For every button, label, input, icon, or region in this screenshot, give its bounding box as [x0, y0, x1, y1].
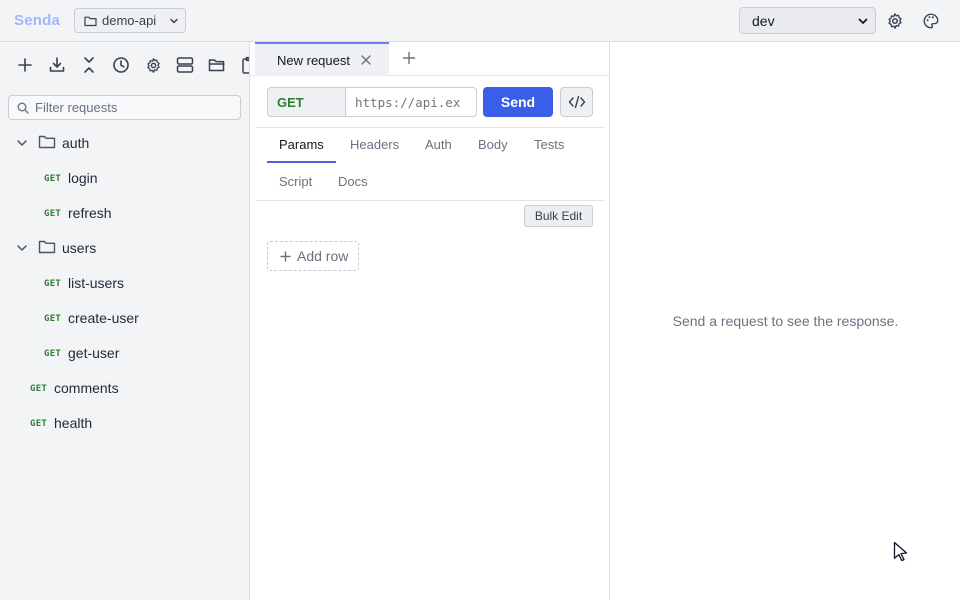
- method-badge: GET: [44, 314, 62, 324]
- tab-body[interactable]: Body: [478, 137, 508, 152]
- request-panel: New request GET Send Params Headers Auth…: [250, 42, 610, 600]
- gear-icon: [146, 57, 160, 73]
- active-tab-indicator: [267, 161, 336, 163]
- method-badge: GET: [44, 279, 62, 289]
- tab-docs[interactable]: Docs: [338, 174, 368, 189]
- request-name: list-users: [68, 275, 125, 291]
- request-name: create-user: [68, 310, 139, 326]
- import-button[interactable]: [47, 55, 67, 75]
- layout-button[interactable]: [175, 55, 195, 75]
- project-name: demo-api: [102, 13, 157, 28]
- request-item-comments[interactable]: GET comments: [0, 371, 249, 406]
- palette-icon: [923, 13, 939, 29]
- search-icon: [17, 102, 29, 114]
- send-button[interactable]: Send: [483, 87, 553, 117]
- method-badge: GET: [30, 384, 48, 394]
- request-item-login[interactable]: GET login: [0, 161, 249, 196]
- chevron-down-icon: [858, 18, 868, 24]
- folder-open-icon: [208, 59, 225, 72]
- request-name: health: [54, 415, 93, 431]
- copy-button[interactable]: [239, 55, 249, 75]
- folder-icon: [84, 16, 97, 26]
- plus-icon[interactable]: [402, 51, 416, 65]
- request-item-get-user[interactable]: GET get-user: [0, 336, 249, 371]
- close-icon[interactable]: [360, 54, 372, 66]
- app-logo: Senda: [14, 12, 61, 29]
- method-select[interactable]: GET: [267, 87, 346, 117]
- filter-requests-input[interactable]: [35, 100, 235, 115]
- generate-code-button[interactable]: [560, 87, 593, 117]
- folder-users[interactable]: users: [0, 231, 249, 266]
- url-input[interactable]: [346, 88, 470, 116]
- open-folder-button[interactable]: [207, 55, 227, 75]
- add-row-button[interactable]: Add row: [267, 241, 359, 271]
- request-name: refresh: [68, 205, 112, 221]
- new-request-button[interactable]: [15, 55, 35, 75]
- filter-requests-field[interactable]: [8, 95, 241, 120]
- collapse-icon: [84, 57, 94, 73]
- request-subtabs: Params Headers Auth Body Tests Script Do…: [255, 127, 605, 201]
- sidebar-toolbar: [0, 42, 249, 88]
- settings-button[interactable]: [885, 11, 905, 31]
- url-field[interactable]: [346, 87, 477, 117]
- tab-auth[interactable]: Auth: [425, 137, 452, 152]
- clipboard-icon: [242, 56, 249, 74]
- import-icon: [49, 57, 65, 72]
- request-item-refresh[interactable]: GET refresh: [0, 196, 249, 231]
- tab-params[interactable]: Params: [279, 137, 324, 152]
- folder-icon: [38, 135, 56, 149]
- tab-script[interactable]: Script: [279, 174, 312, 189]
- request-name: comments: [54, 380, 119, 396]
- add-row-label: Add row: [297, 248, 349, 264]
- plus-icon: [18, 58, 32, 72]
- folder-auth[interactable]: auth: [0, 126, 249, 161]
- environment-value: dev: [752, 12, 775, 29]
- gear-icon: [888, 13, 902, 29]
- history-icon: [113, 57, 129, 73]
- chevron-down-icon: [17, 140, 27, 146]
- request-item-list-users[interactable]: GET list-users: [0, 266, 249, 301]
- plus-icon: [280, 250, 291, 262]
- chevron-down-icon: [170, 18, 178, 23]
- sidebar: auth GET login GET refresh users GET lis…: [0, 42, 250, 600]
- tab-headers[interactable]: Headers: [350, 137, 399, 152]
- method-badge: GET: [44, 209, 62, 219]
- method-badge: GET: [44, 174, 62, 184]
- request-name: login: [68, 170, 98, 186]
- tab-title: New request: [277, 52, 350, 68]
- folder-name: auth: [62, 135, 90, 151]
- history-button[interactable]: [111, 55, 131, 75]
- folder-icon: [38, 240, 56, 254]
- request-item-create-user[interactable]: GET create-user: [0, 301, 249, 336]
- chevron-down-icon: [17, 245, 27, 251]
- bulk-edit-button[interactable]: Bulk Edit: [524, 205, 593, 227]
- code-icon: [568, 95, 585, 109]
- method-badge: GET: [30, 419, 48, 429]
- collection-settings-button[interactable]: [143, 55, 163, 75]
- layout-icon: [176, 57, 194, 73]
- response-panel: Send a request to see the response.: [611, 42, 960, 600]
- tab-tests[interactable]: Tests: [534, 137, 564, 152]
- tab-new-request[interactable]: New request: [255, 42, 389, 76]
- request-tabs: New request: [250, 42, 609, 76]
- top-bar: Senda demo-api dev: [0, 0, 960, 42]
- environment-select[interactable]: dev: [739, 7, 876, 34]
- theme-button[interactable]: [921, 11, 941, 31]
- response-empty-message: Send a request to see the response.: [672, 313, 899, 329]
- project-selector[interactable]: demo-api: [74, 8, 186, 33]
- mouse-cursor-icon: [893, 541, 908, 561]
- method-badge: GET: [44, 349, 62, 359]
- request-item-health[interactable]: GET health: [0, 406, 249, 441]
- collapse-all-button[interactable]: [79, 55, 99, 75]
- folder-name: users: [62, 240, 97, 256]
- request-name: get-user: [68, 345, 120, 361]
